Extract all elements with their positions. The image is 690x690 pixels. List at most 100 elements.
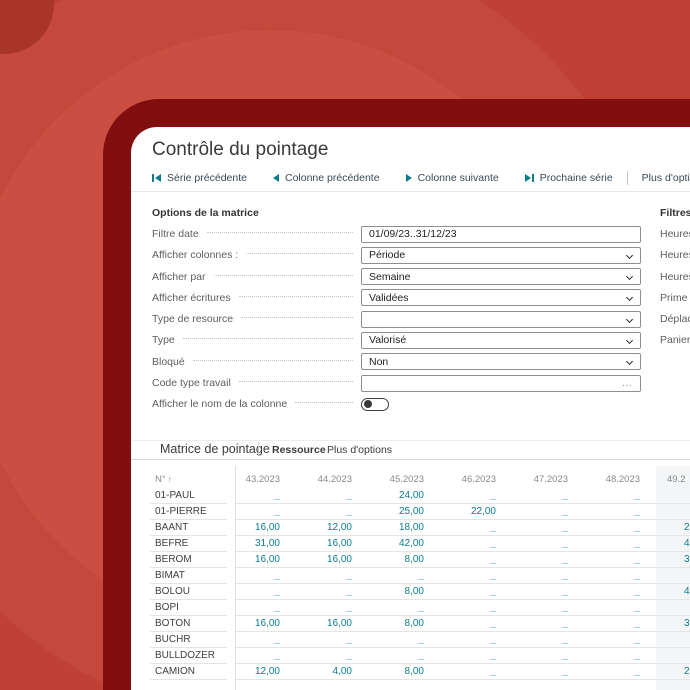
empty-cell-link[interactable]: _ xyxy=(360,634,432,645)
column-header-week[interactable]: 46.2023 xyxy=(432,474,504,485)
empty-cell-link[interactable]: _ xyxy=(360,602,432,613)
empty-cell-link[interactable]: _ xyxy=(288,602,360,613)
action-next-set[interactable]: Prochaine série xyxy=(524,172,613,184)
value-cell-link[interactable]: 4,00 xyxy=(288,666,360,677)
empty-cell-link[interactable]: _ xyxy=(432,586,504,597)
empty-cell-link[interactable]: _ xyxy=(432,538,504,549)
empty-cell-link[interactable]: _ xyxy=(504,666,576,677)
column-header-week[interactable]: 43.2023 xyxy=(216,474,288,485)
column-header-week[interactable]: 45.2023 xyxy=(360,474,432,485)
action-previous-column[interactable]: Colonne précédente xyxy=(272,172,380,184)
matrix-menu-more-options[interactable]: Plus d'options xyxy=(327,444,392,456)
value-cell-link[interactable]: 16,00 xyxy=(216,618,288,629)
value-cell-link[interactable]: 22,00 xyxy=(432,506,504,517)
empty-cell-link[interactable]: _ xyxy=(216,634,288,645)
empty-cell-link[interactable]: _ xyxy=(576,522,648,533)
value-cell-link[interactable]: 16,00 xyxy=(288,538,360,549)
matrix-menu-ressource[interactable]: Ressource xyxy=(272,444,326,456)
more-options-button[interactable]: Plus d'options xyxy=(642,172,690,184)
row-label-resource[interactable]: BULLDOZER xyxy=(155,650,215,661)
filtre-date-input[interactable]: 01/09/23..31/12/23 xyxy=(361,225,641,243)
value-cell-link[interactable]: 42,00 xyxy=(360,538,432,549)
column-name-toggle[interactable] xyxy=(361,397,389,411)
empty-cell-link[interactable]: _ xyxy=(288,650,360,661)
empty-cell-link[interactable]: _ xyxy=(216,506,288,517)
empty-cell-link[interactable]: _ xyxy=(432,554,504,565)
empty-cell-link[interactable]: _ xyxy=(504,490,576,501)
value-cell-link[interactable]: 25,00 xyxy=(360,506,432,517)
empty-cell-link[interactable]: _ xyxy=(288,490,360,501)
empty-cell-link[interactable]: _ xyxy=(576,634,648,645)
row-label-resource[interactable]: BIMAT xyxy=(155,570,185,581)
afficher-par-dropdown[interactable]: Semaine xyxy=(361,268,641,286)
empty-cell-link[interactable]: _ xyxy=(504,602,576,613)
empty-cell-link[interactable]: _ xyxy=(432,570,504,581)
bloqu-dropdown[interactable]: Non xyxy=(361,353,641,371)
empty-cell-link[interactable]: _ xyxy=(288,634,360,645)
empty-cell-link[interactable]: _ xyxy=(288,586,360,597)
value-cell-clipped[interactable]: 3 xyxy=(684,618,690,629)
row-label-resource[interactable]: BOTON xyxy=(155,618,190,629)
column-header-week-clipped[interactable]: 49.2 xyxy=(667,474,686,485)
empty-cell-link[interactable]: _ xyxy=(576,538,648,549)
row-label-resource[interactable]: BEROM xyxy=(155,554,192,565)
empty-cell-link[interactable]: _ xyxy=(360,570,432,581)
value-cell-clipped[interactable]: 2 xyxy=(684,666,690,677)
row-label-resource[interactable]: CAMION xyxy=(155,666,195,677)
afficher-critures-dropdown[interactable]: Validées xyxy=(361,289,641,307)
assist-edit-icon[interactable]: … xyxy=(622,377,634,389)
row-label-resource[interactable]: BOPI xyxy=(155,602,179,613)
empty-cell-link[interactable]: _ xyxy=(216,490,288,501)
row-label-resource[interactable]: BAANT xyxy=(155,522,188,533)
empty-cell-link[interactable]: _ xyxy=(504,538,576,549)
empty-cell-link[interactable]: _ xyxy=(216,602,288,613)
value-cell-link[interactable]: 24,00 xyxy=(360,490,432,501)
empty-cell-link[interactable]: _ xyxy=(288,506,360,517)
empty-cell-link[interactable]: _ xyxy=(576,618,648,629)
type-dropdown[interactable]: Valorisé xyxy=(361,331,641,349)
column-header-week[interactable]: 48.2023 xyxy=(576,474,648,485)
empty-cell-link[interactable]: _ xyxy=(576,570,648,581)
value-cell-clipped[interactable]: 4 xyxy=(684,538,690,549)
empty-cell-link[interactable]: _ xyxy=(576,586,648,597)
empty-cell-link[interactable]: _ xyxy=(432,602,504,613)
value-cell-link[interactable]: 18,00 xyxy=(360,522,432,533)
empty-cell-link[interactable]: _ xyxy=(576,602,648,613)
empty-cell-link[interactable]: _ xyxy=(216,570,288,581)
empty-cell-link[interactable]: _ xyxy=(432,522,504,533)
value-cell-link[interactable]: 16,00 xyxy=(216,554,288,565)
empty-cell-link[interactable]: _ xyxy=(576,650,648,661)
empty-cell-link[interactable]: _ xyxy=(216,586,288,597)
empty-cell-link[interactable]: _ xyxy=(576,490,648,501)
value-cell-clipped[interactable]: 4 xyxy=(684,586,690,597)
empty-cell-link[interactable]: _ xyxy=(216,650,288,661)
value-cell-clipped[interactable]: 3 xyxy=(684,554,690,565)
empty-cell-link[interactable]: _ xyxy=(432,618,504,629)
empty-cell-link[interactable]: _ xyxy=(504,586,576,597)
type-de-resource-dropdown[interactable] xyxy=(361,310,641,328)
column-header-week[interactable]: 47.2023 xyxy=(504,474,576,485)
row-label-resource[interactable]: BOLOU xyxy=(155,586,190,597)
empty-cell-link[interactable]: _ xyxy=(432,634,504,645)
empty-cell-link[interactable]: _ xyxy=(432,666,504,677)
empty-cell-link[interactable]: _ xyxy=(504,618,576,629)
value-cell-link[interactable]: 12,00 xyxy=(216,666,288,677)
empty-cell-link[interactable]: _ xyxy=(576,666,648,677)
empty-cell-link[interactable]: _ xyxy=(432,490,504,501)
empty-cell-link[interactable]: _ xyxy=(432,650,504,661)
value-cell-link[interactable]: 16,00 xyxy=(288,618,360,629)
value-cell-link[interactable]: 31,00 xyxy=(216,538,288,549)
empty-cell-link[interactable]: _ xyxy=(504,522,576,533)
row-label-resource[interactable]: BUCHR xyxy=(155,634,191,645)
column-header-no[interactable]: N° ↑ xyxy=(155,474,172,485)
row-label-resource[interactable]: 01-PAUL xyxy=(155,490,195,501)
empty-cell-link[interactable]: _ xyxy=(504,570,576,581)
empty-cell-link[interactable]: _ xyxy=(576,506,648,517)
value-cell-link[interactable]: 8,00 xyxy=(360,586,432,597)
row-label-resource[interactable]: 01-PIERRE xyxy=(155,506,207,517)
value-cell-link[interactable]: 12,00 xyxy=(288,522,360,533)
value-cell-clipped[interactable]: 2 xyxy=(684,522,690,533)
empty-cell-link[interactable]: _ xyxy=(360,650,432,661)
value-cell-link[interactable]: 8,00 xyxy=(360,554,432,565)
empty-cell-link[interactable]: _ xyxy=(288,570,360,581)
